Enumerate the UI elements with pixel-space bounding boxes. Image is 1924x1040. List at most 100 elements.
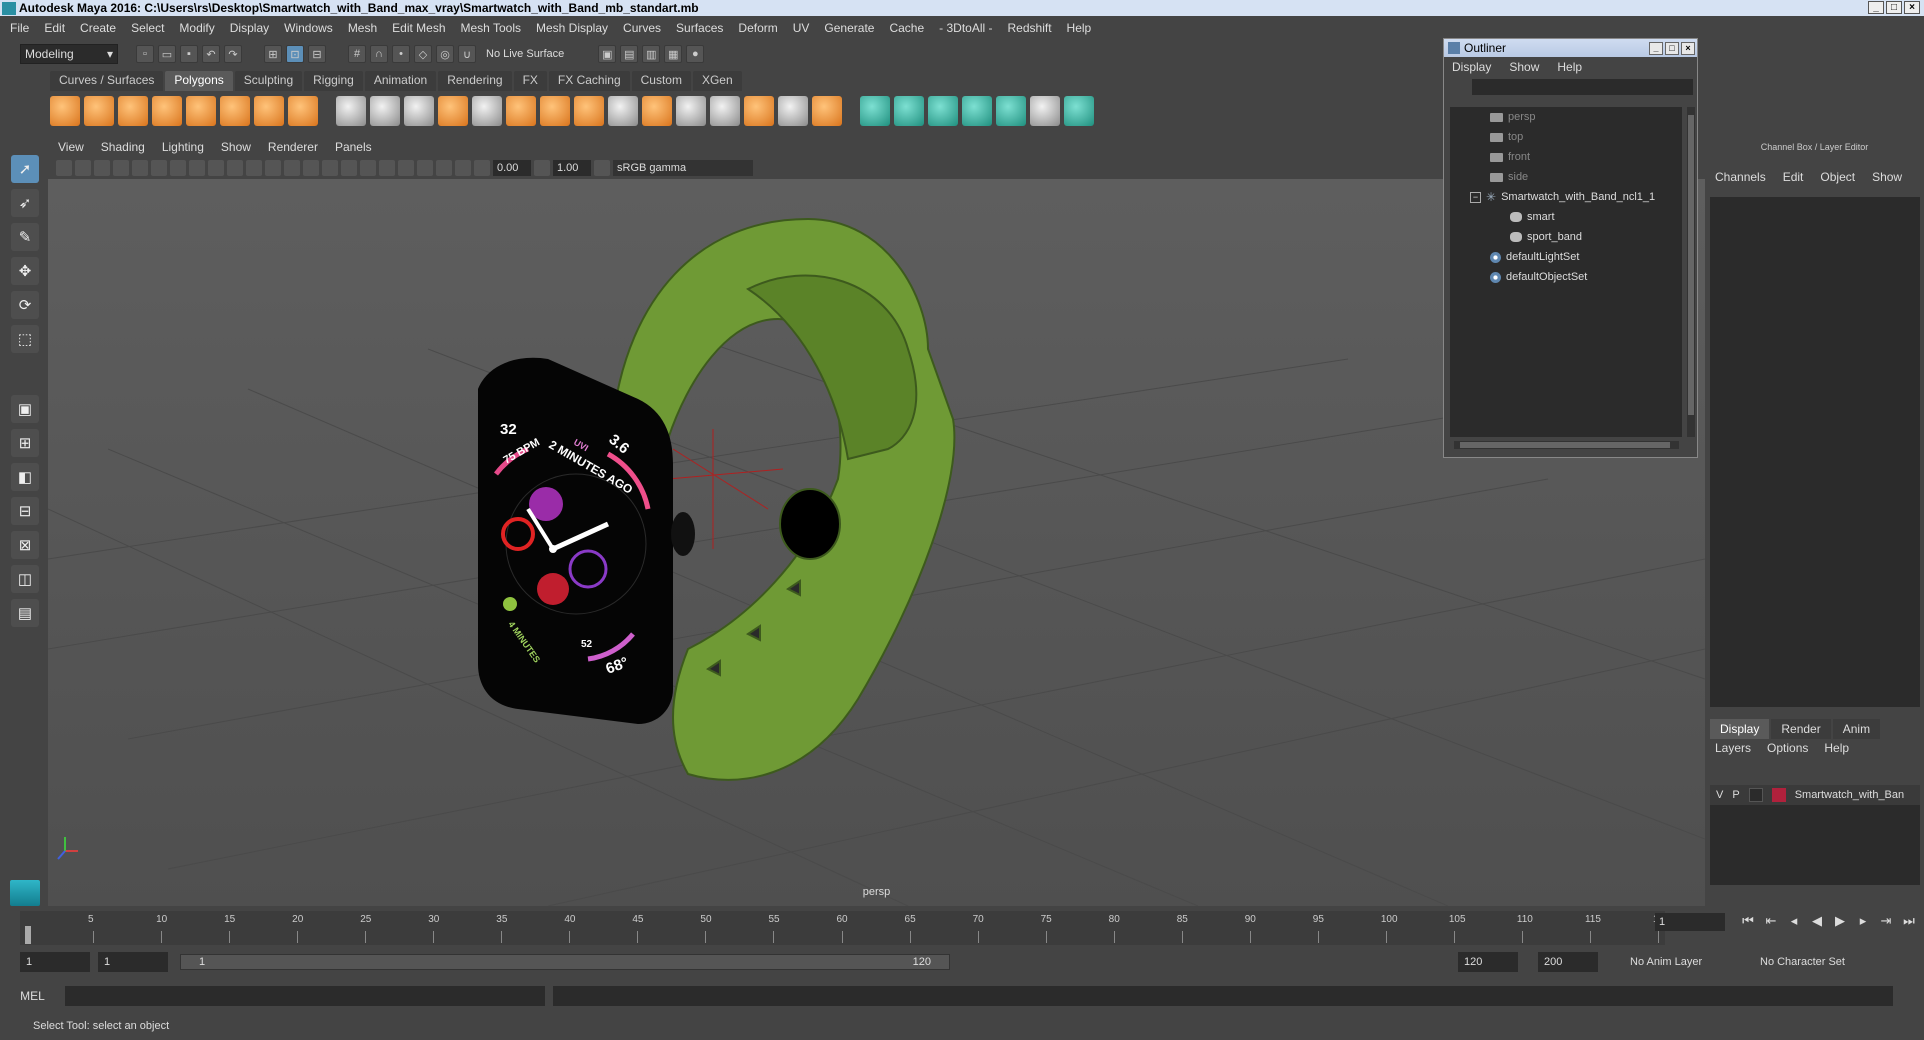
layer-menu-layers[interactable]: Layers [1715, 741, 1751, 755]
gamma-field[interactable]: 1.00 [553, 160, 591, 176]
menu-windows[interactable]: Windows [284, 21, 333, 35]
render-settings-icon[interactable]: ▦ [664, 45, 683, 63]
step-back-frame-icon[interactable]: ◂ [1784, 913, 1804, 931]
outliner-item-sport-band[interactable]: sport_band [1450, 227, 1682, 247]
save-scene-icon[interactable]: ▪ [180, 45, 198, 63]
menu-generate[interactable]: Generate [824, 21, 874, 35]
layer-menu-help[interactable]: Help [1824, 741, 1849, 755]
go-to-end-icon[interactable]: ⏭ [1899, 913, 1919, 931]
play-forwards-icon[interactable]: ▶ [1830, 913, 1850, 931]
layer-menu-options[interactable]: Options [1767, 741, 1808, 755]
menu-mesh-tools[interactable]: Mesh Tools [461, 21, 521, 35]
four-view-layout-icon[interactable]: ⊞ [11, 429, 39, 457]
boolean-icon[interactable] [472, 96, 502, 126]
menu-redshift[interactable]: Redshift [1008, 21, 1052, 35]
bridge-icon[interactable] [574, 96, 604, 126]
snap-grid-icon[interactable]: # [348, 45, 366, 63]
select-by-object-icon[interactable]: ⊡ [286, 45, 304, 63]
custom-layout-icon[interactable]: ▤ [11, 599, 39, 627]
view-transform-select[interactable]: sRGB gamma [613, 160, 753, 176]
scale-tool-icon[interactable]: ⬚ [11, 325, 39, 353]
render-view-icon[interactable]: ▣ [598, 45, 617, 63]
layout-uv-icon[interactable] [1064, 96, 1094, 126]
shelf-tab-rendering[interactable]: Rendering [438, 71, 512, 91]
step-back-key-icon[interactable]: ⇤ [1761, 913, 1781, 931]
outliner-maximize-button[interactable]: □ [1665, 41, 1679, 55]
bevel-icon[interactable] [540, 96, 570, 126]
step-forward-key-icon[interactable]: ⇥ [1876, 913, 1896, 931]
uv-editor-icon[interactable] [1030, 96, 1060, 126]
layer-visibility-toggle[interactable]: V [1716, 789, 1723, 801]
channel-menu-edit[interactable]: Edit [1783, 170, 1804, 184]
lasso-tool-icon[interactable]: ➶ [11, 189, 39, 217]
menu-mesh-display[interactable]: Mesh Display [536, 21, 608, 35]
wireframe-icon[interactable] [246, 160, 262, 176]
safe-action-icon[interactable] [227, 160, 243, 176]
camera-attributes-icon[interactable] [75, 160, 91, 176]
outliner-item-side[interactable]: side [1450, 167, 1682, 187]
layout-presets-icon[interactable]: ◫ [11, 565, 39, 593]
poly-plane-icon[interactable] [186, 96, 216, 126]
ipr-render-icon[interactable]: ▥ [642, 45, 661, 63]
shelf-tab-rigging[interactable]: Rigging [304, 71, 363, 91]
menu-edit-mesh[interactable]: Edit Mesh [392, 21, 445, 35]
shelf-tab-custom[interactable]: Custom [631, 71, 691, 91]
poly-sphere-icon[interactable] [50, 96, 80, 126]
channel-menu-channels[interactable]: Channels [1715, 170, 1766, 184]
automatic-uv-icon[interactable] [962, 96, 992, 126]
xray-joints-icon[interactable] [455, 160, 471, 176]
live-surface-field[interactable]: No Live Surface [480, 44, 571, 64]
image-plane-icon[interactable] [113, 160, 129, 176]
snap-point-icon[interactable]: • [392, 45, 410, 63]
anti-aliasing-icon[interactable] [379, 160, 395, 176]
persp-outliner-layout-icon[interactable]: ◧ [11, 463, 39, 491]
undo-icon[interactable]: ↶ [202, 45, 220, 63]
hypershade-layout-icon[interactable]: ⊠ [11, 531, 39, 559]
command-input[interactable] [65, 986, 545, 1006]
outliner-menu-help[interactable]: Help [1557, 60, 1582, 74]
poly-cube-icon[interactable] [84, 96, 114, 126]
planar-uv-icon[interactable] [860, 96, 890, 126]
close-button[interactable]: × [1904, 1, 1920, 14]
start-time-field[interactable]: 1 [20, 952, 90, 972]
exposure-field[interactable]: 0.00 [493, 160, 531, 176]
rotate-tool-icon[interactable]: ⟳ [11, 291, 39, 319]
isolate-select-icon[interactable] [417, 160, 433, 176]
outliner-item-smart[interactable]: smart [1450, 207, 1682, 227]
redo-icon[interactable]: ↷ [224, 45, 242, 63]
tab-anim[interactable]: Anim [1832, 719, 1881, 739]
persp-graph-layout-icon[interactable]: ⊟ [11, 497, 39, 525]
layer-playback-toggle[interactable]: P [1732, 789, 1739, 801]
menu-curves[interactable]: Curves [623, 21, 661, 35]
make-live-icon[interactable] [778, 96, 808, 126]
select-by-component-icon[interactable]: ⊟ [308, 45, 326, 63]
go-to-start-icon[interactable]: ⏮ [1738, 913, 1758, 931]
fill-hole-icon[interactable] [812, 96, 842, 126]
menu-file[interactable]: File [10, 21, 29, 35]
wireframe-on-shaded-icon[interactable] [284, 160, 300, 176]
channel-menu-show[interactable]: Show [1872, 170, 1902, 184]
quad-draw-icon[interactable] [744, 96, 774, 126]
current-time-marker[interactable] [25, 926, 31, 944]
snap-live-icon[interactable]: ◎ [436, 45, 454, 63]
smooth-icon[interactable] [438, 96, 468, 126]
outliner-vertical-scrollbar[interactable] [1687, 107, 1695, 437]
outliner-menu-display[interactable]: Display [1452, 60, 1491, 74]
target-weld-icon[interactable] [710, 96, 740, 126]
layer-row[interactable]: V P Smartwatch_with_Ban [1710, 785, 1920, 805]
paint-select-tool-icon[interactable]: ✎ [11, 223, 39, 251]
spherical-uv-icon[interactable] [928, 96, 958, 126]
combine-icon[interactable] [336, 96, 366, 126]
outliner-minimize-button[interactable]: _ [1649, 41, 1663, 55]
outliner-item-default-object-set[interactable]: defaultObjectSet [1450, 267, 1682, 287]
menu-cache[interactable]: Cache [889, 21, 924, 35]
field-chart-icon[interactable] [208, 160, 224, 176]
outliner-item-default-light-set[interactable]: defaultLightSet [1450, 247, 1682, 267]
tab-display[interactable]: Display [1710, 719, 1770, 739]
outliner-search-input[interactable] [1472, 79, 1693, 95]
collapse-icon[interactable]: − [1470, 191, 1481, 203]
menu-3dtoall[interactable]: - 3DtoAll - [939, 21, 992, 35]
menu-help[interactable]: Help [1067, 21, 1092, 35]
script-language-label[interactable]: MEL [0, 989, 65, 1003]
depth-of-field-icon[interactable] [398, 160, 414, 176]
